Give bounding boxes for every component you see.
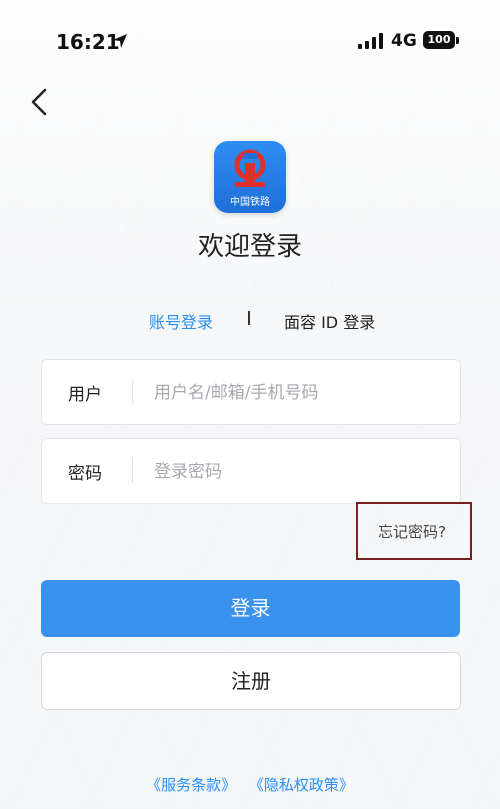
forgot-password-link[interactable]: 忘记密码? — [356, 502, 472, 560]
password-field[interactable]: 密码 — [41, 438, 461, 504]
chevron-left-icon[interactable] — [26, 86, 54, 118]
status-time: 16:21 — [56, 30, 120, 54]
username-input[interactable] — [152, 374, 446, 412]
railway-logo-icon — [234, 149, 266, 187]
battery-icon: 100 — [423, 31, 455, 49]
status-bar: 16:21 4G 100 — [0, 0, 500, 80]
app-logo: 中国铁路 — [214, 141, 286, 213]
field-divider — [132, 459, 133, 483]
location-arrow-icon — [113, 34, 127, 48]
register-button[interactable]: 注册 — [41, 652, 461, 710]
username-field[interactable]: 用户 — [41, 359, 461, 425]
login-button[interactable]: 登录 — [41, 580, 460, 637]
battery-tip — [456, 37, 459, 44]
network-type: 4G — [391, 31, 417, 51]
tab-account-login[interactable]: 账号登录 — [149, 309, 213, 333]
forgot-password-label: 忘记密码? — [378, 523, 446, 541]
footer-links: 《服务条款》 《隐私权政策》 — [0, 774, 500, 795]
logo-text: 中国铁路 — [230, 197, 270, 208]
password-input[interactable] — [152, 453, 446, 491]
field-divider — [132, 380, 133, 404]
username-label: 用户 — [68, 385, 102, 405]
tab-face-id-login[interactable]: 面容 ID 登录 — [284, 309, 375, 333]
login-tabs: 账号登录 面容 ID 登录 — [0, 309, 500, 333]
privacy-link[interactable]: 《隐私权政策》 — [249, 776, 354, 794]
cellular-signal-icon — [358, 33, 383, 49]
tab-divider — [248, 311, 250, 325]
page-title: 欢迎登录 — [197, 232, 302, 262]
password-label: 密码 — [68, 464, 102, 484]
terms-link[interactable]: 《服务条款》 — [146, 776, 236, 794]
